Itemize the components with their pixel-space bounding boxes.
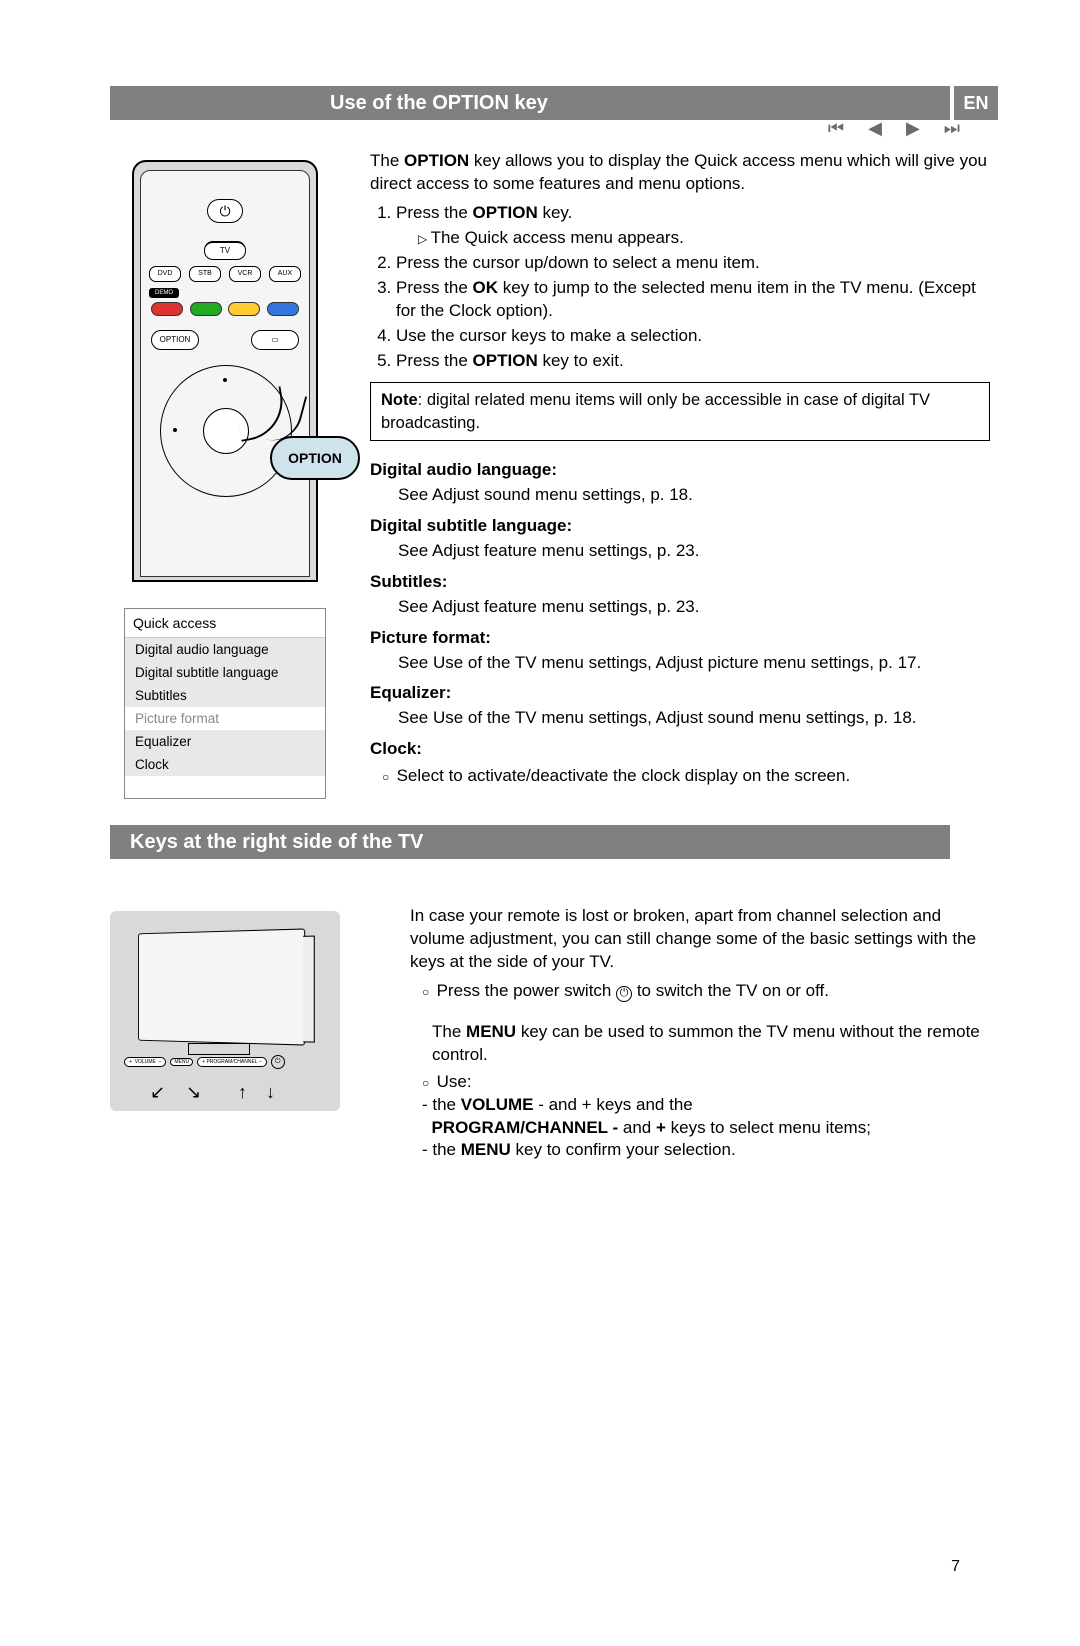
def-body: See Use of the TV menu settings, Adjust … bbox=[370, 652, 990, 675]
list-item: Press the power switch ⏻ to switch the T… bbox=[422, 980, 990, 1003]
menu-title: Quick access bbox=[125, 609, 325, 638]
intro-paragraph: The OPTION key allows you to display the… bbox=[370, 150, 990, 196]
power-icon: ⏻ bbox=[271, 1055, 285, 1069]
color-buttons bbox=[147, 302, 303, 316]
menu-item: Digital subtitle language bbox=[125, 661, 325, 684]
section-title: Use of the OPTION key bbox=[330, 92, 548, 115]
first-page-icon[interactable]: ⏮ bbox=[828, 118, 844, 139]
paragraph: The MENU key can be used to summon the T… bbox=[410, 1021, 990, 1067]
dpad: OPTION bbox=[155, 360, 295, 500]
list-item: Use: - the VOLUME - and + keys and the P… bbox=[422, 1071, 990, 1163]
def-body: See Use of the TV menu settings, Adjust … bbox=[370, 707, 990, 730]
menu-item: Digital audio language bbox=[125, 638, 325, 661]
menu-item-selected: Picture format bbox=[125, 707, 325, 730]
demo-button: DEMO bbox=[149, 288, 179, 298]
remote-illustration: ⏻ TV DVD STB VCR AUX DEMO OPTION ▭ bbox=[132, 160, 318, 582]
def-body: See Adjust sound menu settings, p. 18. bbox=[370, 484, 990, 507]
quick-access-menu: Quick access Digital audio language Digi… bbox=[124, 608, 326, 799]
section1-body: The OPTION key allows you to display the… bbox=[370, 150, 990, 799]
next-page-icon[interactable]: ▶ bbox=[906, 118, 920, 139]
steps-list: Press the OPTION key. The Quick access m… bbox=[370, 202, 990, 373]
src-vcr: VCR bbox=[229, 266, 261, 282]
tv-illustration: + VOLUME – MENU + PROGRAM/CHANNEL – ⏻ ↙ … bbox=[110, 911, 340, 1111]
def-term: Equalizer: bbox=[370, 682, 990, 705]
section2-body: In case your remote is lost or broken, a… bbox=[370, 905, 990, 1166]
def-term: Subtitles: bbox=[370, 571, 990, 594]
tv-side-buttons: + VOLUME – MENU + PROGRAM/CHANNEL – ⏻ bbox=[124, 1055, 285, 1069]
page-number: 7 bbox=[951, 1558, 960, 1576]
note-box: Note: digital related menu items will on… bbox=[370, 382, 990, 441]
def-term: Picture format: bbox=[370, 627, 990, 650]
src-dvd: DVD bbox=[149, 266, 181, 282]
tv-source-button: TV bbox=[204, 241, 246, 260]
def-term: Clock: bbox=[370, 738, 990, 761]
def-term: Digital audio language: bbox=[370, 459, 990, 482]
def-body: See Adjust feature menu settings, p. 23. bbox=[370, 596, 990, 619]
option-button: OPTION bbox=[151, 330, 199, 350]
last-page-icon[interactable]: ⏭ bbox=[944, 118, 960, 139]
menu-item: Clock bbox=[125, 753, 325, 776]
def-body: Select to activate/deactivate the clock … bbox=[382, 765, 990, 788]
paragraph: In case your remote is lost or broken, a… bbox=[410, 905, 990, 974]
menu-item: Equalizer bbox=[125, 730, 325, 753]
guide-button-icon: ▭ bbox=[251, 330, 299, 350]
prev-page-icon[interactable]: ◀ bbox=[868, 118, 882, 139]
pdf-nav-icons[interactable]: ⏮ ◀ ▶ ⏭ bbox=[828, 118, 960, 139]
step-sub: The Quick access menu appears. bbox=[418, 227, 990, 250]
def-body: See Adjust feature menu settings, p. 23. bbox=[370, 540, 990, 563]
def-term: Digital subtitle language: bbox=[370, 515, 990, 538]
src-aux: AUX bbox=[269, 266, 301, 282]
section-heading-option-key: Use of the OPTION key EN bbox=[110, 86, 950, 120]
language-badge: EN bbox=[954, 86, 998, 120]
menu-item: Subtitles bbox=[125, 684, 325, 707]
power-button-icon: ⏻ bbox=[207, 199, 243, 223]
section-title: Keys at the right side of the TV bbox=[130, 831, 423, 854]
src-stb: STB bbox=[189, 266, 221, 282]
section-heading-side-keys: Keys at the right side of the TV bbox=[110, 825, 950, 859]
option-callout: OPTION bbox=[270, 436, 360, 480]
